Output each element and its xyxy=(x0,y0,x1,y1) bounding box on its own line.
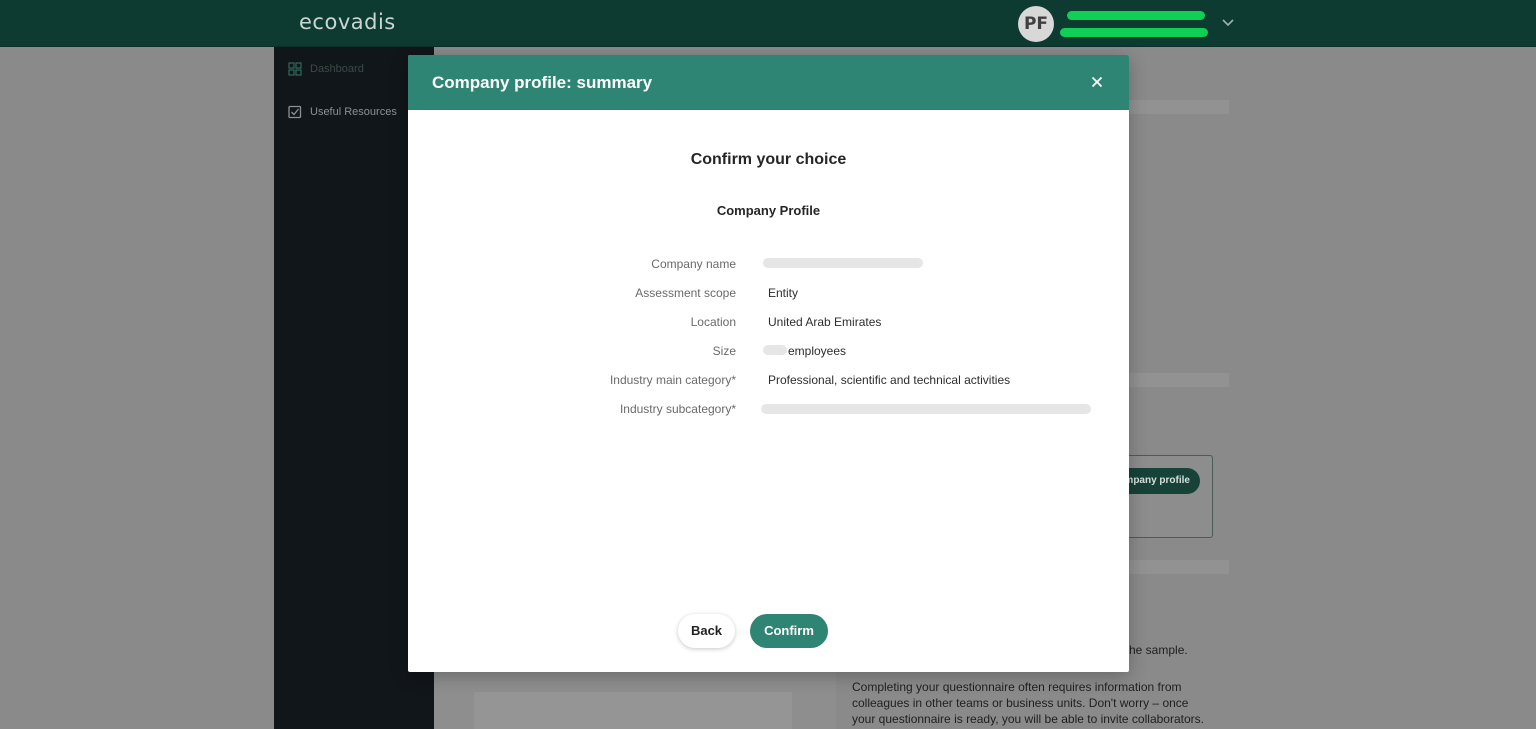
close-icon[interactable] xyxy=(1086,71,1108,93)
field-label: Industry subcategory* xyxy=(619,402,736,416)
company-profile-subheading: Company Profile xyxy=(716,203,821,218)
user-avatar[interactable]: PF xyxy=(1018,6,1054,42)
sidebar-item-dashboard[interactable]: Dashboard xyxy=(288,62,364,76)
sidebar-item-label: Useful Resources xyxy=(310,106,397,118)
back-button[interactable]: Back xyxy=(678,614,735,648)
field-value: Entity xyxy=(768,286,799,300)
background-placeholder xyxy=(1129,373,1229,387)
field-value: employees xyxy=(788,344,847,358)
dialog-title: Company profile: summary xyxy=(432,73,653,92)
background-paragraph-line: Completing your questionnaire often requ… xyxy=(852,680,1182,694)
redacted-employee-count xyxy=(763,345,787,355)
field-value: United Arab Emirates xyxy=(768,315,882,329)
field-label: Location xyxy=(690,315,736,329)
field-value: Professional, scientific and technical a… xyxy=(768,373,1011,387)
redacted-company-name xyxy=(763,258,923,268)
company-profile-summary-dialog: Company profile: summary Confirm your ch… xyxy=(408,55,1129,672)
field-label: Company name xyxy=(651,257,736,271)
background-placeholder xyxy=(1129,560,1229,574)
background-paragraph-line: your questionnaire is ready, you will be… xyxy=(852,712,1204,726)
field-size: Size employees xyxy=(408,344,1129,362)
ecovadis-logo[interactable]: ecovadis xyxy=(299,10,396,34)
grid-icon xyxy=(288,62,302,76)
confirm-heading: Confirm your choice xyxy=(690,151,847,168)
chevron-down-icon[interactable] xyxy=(1221,15,1235,29)
redacted-user-company xyxy=(1060,28,1208,37)
sidebar-item-label: Dashboard xyxy=(310,63,364,75)
field-industry-subcategory: Industry subcategory* xyxy=(408,402,1129,420)
background-text: he sample. xyxy=(1129,643,1188,657)
field-company-name: Company name xyxy=(408,257,1129,275)
redacted-industry-subcategory xyxy=(761,404,1091,414)
dialog-header: Company profile: summary xyxy=(408,55,1129,110)
background-preview-image xyxy=(434,672,836,729)
field-industry-main-category: Industry main category* Professional, sc… xyxy=(408,373,1129,391)
checkbox-icon xyxy=(288,105,302,119)
confirm-button[interactable]: Confirm xyxy=(750,614,828,648)
background-paragraph-line: colleagues in other teams or business un… xyxy=(852,696,1189,710)
field-location: Location United Arab Emirates xyxy=(408,315,1129,333)
field-label: Size xyxy=(712,344,736,358)
field-label: Industry main category* xyxy=(609,373,736,387)
top-bar: ecovadis PF xyxy=(0,0,1536,47)
field-label: Assessment scope xyxy=(635,286,736,300)
field-assessment-scope: Assessment scope Entity xyxy=(408,286,1129,304)
sidebar-item-useful-resources[interactable]: Useful Resources xyxy=(288,105,397,119)
redacted-user-name xyxy=(1067,11,1205,20)
background-placeholder xyxy=(1129,100,1229,114)
